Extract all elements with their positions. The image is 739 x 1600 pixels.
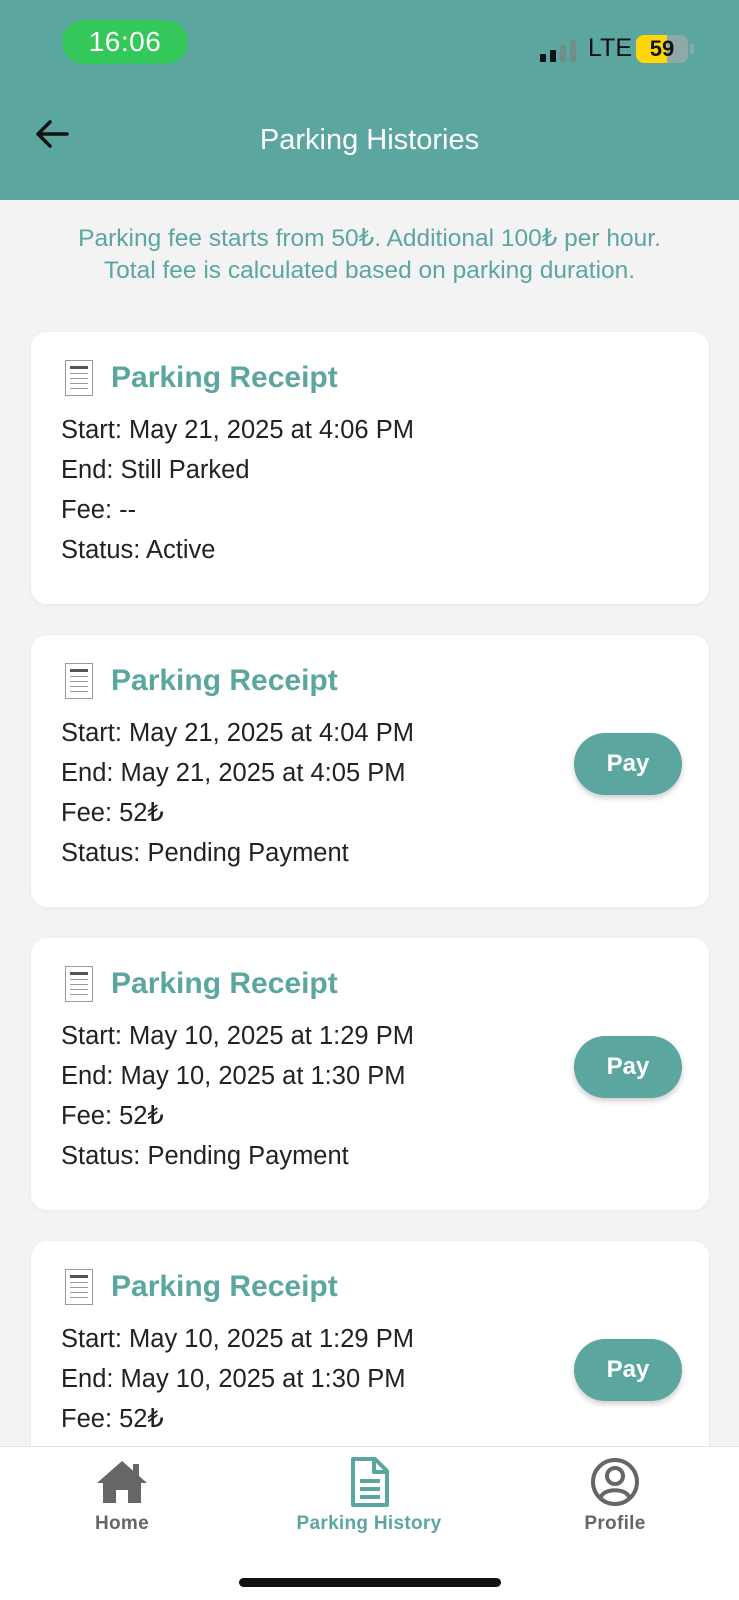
signal-icon bbox=[540, 38, 576, 62]
page-title: Parking Histories bbox=[259, 124, 480, 156]
receipt-details: Start: May 10, 2025 at 1:29 PM End: May … bbox=[61, 1319, 414, 1439]
pay-button[interactable]: Pay bbox=[574, 1036, 682, 1098]
receipt-card: Parking Receipt Start: May 21, 2025 at 4… bbox=[31, 635, 709, 907]
pay-button[interactable]: Pay bbox=[574, 1339, 682, 1401]
parking-histories-screen: 16:06 LTE 59 Parking Histories Parking f… bbox=[0, 0, 739, 1600]
receipt-end: End: May 10, 2025 at 1:30 PM bbox=[61, 1062, 406, 1090]
network-label: LTE bbox=[588, 34, 632, 62]
receipt-title: Parking Receipt bbox=[111, 361, 338, 394]
user-circle-icon bbox=[591, 1458, 639, 1506]
fee-info-line-1: Parking fee starts from 50₺. Additional … bbox=[78, 225, 661, 252]
document-icon bbox=[351, 1457, 389, 1507]
receipt-icon bbox=[65, 1269, 93, 1305]
status-time: 16:06 bbox=[62, 20, 188, 64]
receipt-details: Start: May 21, 2025 at 4:06 PM End: Stil… bbox=[61, 410, 414, 570]
receipt-fee: Fee: 52₺ bbox=[61, 1102, 164, 1130]
receipt-end: End: May 21, 2025 at 4:05 PM bbox=[61, 759, 406, 787]
nav-item-parking-history[interactable]: Parking History bbox=[259, 1455, 479, 1535]
home-icon bbox=[97, 1461, 147, 1503]
fee-info-line-2: Total fee is calculated based on parking… bbox=[103, 257, 636, 284]
receipt-details: Start: May 10, 2025 at 1:29 PM End: May … bbox=[61, 1016, 414, 1176]
receipt-details: Start: May 21, 2025 at 4:04 PM End: May … bbox=[61, 713, 414, 873]
bottom-nav: Home Parking History Profile bbox=[0, 1446, 739, 1600]
receipt-title: Parking Receipt bbox=[111, 1270, 338, 1303]
receipt-card: Parking Receipt Start: May 10, 2025 at 1… bbox=[31, 938, 709, 1210]
home-indicator bbox=[239, 1578, 501, 1587]
receipt-card: Parking Receipt Start: May 21, 2025 at 4… bbox=[31, 332, 709, 604]
receipt-start: Start: May 21, 2025 at 4:04 PM bbox=[61, 719, 414, 747]
nav-label-profile: Profile bbox=[584, 1513, 646, 1534]
fee-info: Parking fee starts from 50₺. Additional … bbox=[20, 223, 719, 287]
receipt-start: Start: May 10, 2025 at 1:29 PM bbox=[61, 1325, 414, 1353]
receipt-status: Status: Active bbox=[61, 536, 216, 564]
receipt-end: End: May 10, 2025 at 1:30 PM bbox=[61, 1365, 406, 1393]
battery-percent: 59 bbox=[649, 36, 675, 61]
nav-item-home[interactable]: Home bbox=[12, 1455, 232, 1535]
nav-label-home: Home bbox=[95, 1513, 149, 1534]
receipt-title: Parking Receipt bbox=[111, 967, 338, 1000]
battery-cap bbox=[690, 44, 694, 54]
pay-button[interactable]: Pay bbox=[574, 733, 682, 795]
nav-label-parking-history: Parking History bbox=[296, 1513, 442, 1534]
receipt-status: Status: Pending Payment bbox=[61, 839, 349, 867]
receipt-fee: Fee: -- bbox=[61, 496, 137, 524]
receipt-status: Status: Pending Payment bbox=[61, 1142, 349, 1170]
receipt-fee: Fee: 52₺ bbox=[61, 799, 164, 827]
receipt-icon bbox=[65, 663, 93, 699]
receipt-start: Start: May 10, 2025 at 1:29 PM bbox=[61, 1022, 414, 1050]
receipt-title: Parking Receipt bbox=[111, 664, 338, 697]
receipt-icon bbox=[65, 360, 93, 396]
receipt-fee: Fee: 52₺ bbox=[61, 1405, 164, 1433]
receipt-icon bbox=[65, 966, 93, 1002]
battery-icon: 59 bbox=[636, 35, 688, 63]
nav-item-profile[interactable]: Profile bbox=[505, 1455, 725, 1535]
receipt-end: End: Still Parked bbox=[61, 456, 250, 484]
receipt-start: Start: May 21, 2025 at 4:06 PM bbox=[61, 416, 414, 444]
header: 16:06 LTE 59 Parking Histories bbox=[0, 0, 739, 200]
